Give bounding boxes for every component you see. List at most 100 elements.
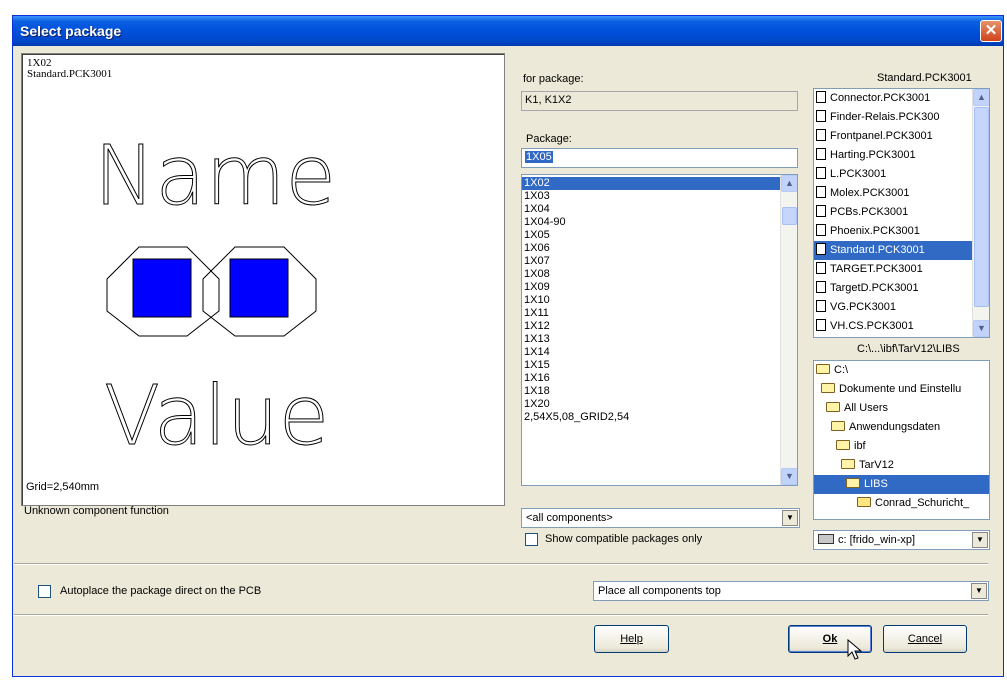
package-list-item[interactable]: 1X05 <box>522 229 797 242</box>
library-list-item[interactable]: TARGET.PCK3001 <box>814 260 989 279</box>
component-function-label: Unknown component function <box>24 505 169 517</box>
library-list[interactable]: Connector.PCK3001 Finder-Relais.PCK300 Fro… <box>813 88 990 338</box>
chevron-down-icon[interactable]: ▼ <box>972 532 988 548</box>
chevron-down-icon[interactable]: ▼ <box>971 583 987 599</box>
package-list-item[interactable]: 2,54X5,08_GRID2,54 <box>522 411 797 424</box>
pad-1 <box>132 258 192 318</box>
title-bar[interactable]: Select package ✕ <box>13 16 1003 46</box>
for-package-field: K1, K1X2 <box>521 91 798 111</box>
package-list-item[interactable]: 1X04 <box>522 203 797 216</box>
open-folder-icon <box>831 421 845 431</box>
package-list-scrollbar[interactable]: ▲ ▼ <box>780 175 797 485</box>
folder-path-label: C:\...\ibf\TarV12\LIBS <box>857 343 960 355</box>
package-list-item[interactable]: 1X08 <box>522 268 797 281</box>
autoplace-label: Autoplace the package direct on the PCB <box>60 585 262 597</box>
package-list-item[interactable]: 1X11 <box>522 307 797 320</box>
component-filter-select[interactable]: <all components> ▼ <box>521 508 800 528</box>
footprint-drawing: Name Value <box>94 129 337 465</box>
compatible-only-checkbox[interactable] <box>525 533 538 546</box>
file-icon <box>816 205 826 217</box>
close-button[interactable]: ✕ <box>980 20 1002 42</box>
placement-select[interactable]: Place all components top ▼ <box>593 581 989 601</box>
package-list-item[interactable]: 1X06 <box>522 242 797 255</box>
folder-tree-items: C:\ Dokumente und Einstellu All Users Anwen… <box>814 361 989 513</box>
folder-tree[interactable]: C:\ Dokumente und Einstellu All Users Anwen… <box>813 360 990 520</box>
open-folder-icon <box>836 440 850 450</box>
folder-tree-item[interactable]: ibf <box>814 437 989 456</box>
drive-select[interactable]: c: [frido_win-xp] ▼ <box>813 530 990 550</box>
folder-tree-item[interactable]: C:\ <box>814 361 989 380</box>
file-icon <box>816 224 826 236</box>
help-button[interactable]: Help <box>594 625 669 653</box>
file-icon <box>816 186 826 198</box>
package-input[interactable]: 1X05 <box>521 148 798 168</box>
folder-tree-item[interactable]: All Users <box>814 399 989 418</box>
package-list-item[interactable]: 1X20 <box>522 398 797 411</box>
folder-tree-item[interactable]: Dokumente und Einstellu <box>814 380 989 399</box>
for-package-label: for package: <box>523 73 584 85</box>
open-folder-icon <box>846 478 860 488</box>
autoplace-checkbox[interactable] <box>38 585 51 598</box>
file-icon <box>816 167 826 179</box>
package-list-item[interactable]: 1X14 <box>522 346 797 359</box>
library-list-item[interactable]: VH.CS.PCK3001 <box>814 317 989 336</box>
file-icon <box>816 110 826 122</box>
folder-icon <box>857 497 871 507</box>
open-folder-icon <box>826 402 840 412</box>
scroll-down-button[interactable]: ▼ <box>781 468 797 485</box>
file-icon <box>816 148 826 160</box>
chevron-down-icon[interactable]: ▼ <box>782 510 798 526</box>
current-library-label: Standard.PCK3001 <box>877 72 972 84</box>
library-list-item[interactable]: Harting.PCK3001 <box>814 146 989 165</box>
compatible-only-label: Show compatible packages only <box>545 533 703 545</box>
package-list-item[interactable]: 1X10 <box>522 294 797 307</box>
library-list-item[interactable]: PCBs.PCK3001 <box>814 203 989 222</box>
library-list-item[interactable]: Finder-Relais.PCK300 <box>814 108 989 127</box>
value-placeholder-text: Value <box>104 369 329 464</box>
package-list-item[interactable]: 1X15 <box>522 359 797 372</box>
open-folder-icon <box>841 459 855 469</box>
package-list-item[interactable]: 1X12 <box>522 320 797 333</box>
folder-tree-item[interactable]: LIBS <box>814 475 989 494</box>
mouse-cursor-icon <box>847 638 863 660</box>
drive-value: c: [frido_win-xp] <box>838 534 916 546</box>
library-list-item[interactable]: Connector.PCK3001 <box>814 89 989 108</box>
package-preview: 1X02 Standard.PCK3001 Name Value Grid=2,… <box>21 53 505 506</box>
library-list-item[interactable]: TargetD.PCK3001 <box>814 279 989 298</box>
package-list-item[interactable]: 1X13 <box>522 333 797 346</box>
folder-tree-item[interactable]: TarV12 <box>814 456 989 475</box>
library-list-items: Connector.PCK3001 Finder-Relais.PCK300 Fro… <box>814 89 989 336</box>
library-list-item[interactable]: L.PCK3001 <box>814 165 989 184</box>
package-list[interactable]: 1X02 1X03 1X04 1X04-90 1X05 1X06 1X07 1X08 1X09 1… <box>521 174 798 486</box>
package-list-item[interactable]: 1X03 <box>522 190 797 203</box>
dialog-title: Select package <box>20 23 122 39</box>
scroll-up-button[interactable]: ▲ <box>973 89 989 106</box>
scroll-down-button[interactable]: ▼ <box>973 320 989 337</box>
file-icon <box>816 319 826 331</box>
library-list-item[interactable]: Standard.PCK3001 <box>814 241 989 260</box>
scroll-thumb[interactable] <box>782 207 797 225</box>
package-list-item[interactable]: 1X02 <box>522 177 797 190</box>
open-folder-icon <box>821 383 835 393</box>
library-list-item[interactable]: Phoenix.PCK3001 <box>814 222 989 241</box>
scroll-thumb[interactable] <box>974 107 989 307</box>
name-placeholder-text: Name <box>94 129 336 224</box>
folder-tree-item[interactable]: Anwendungsdaten <box>814 418 989 437</box>
package-list-item[interactable]: 1X18 <box>522 385 797 398</box>
package-list-item[interactable]: 1X16 <box>522 372 797 385</box>
library-list-item[interactable]: Frontpanel.PCK3001 <box>814 127 989 146</box>
package-list-item[interactable]: 1X04-90 <box>522 216 797 229</box>
package-list-item[interactable]: 1X07 <box>522 255 797 268</box>
library-list-scrollbar[interactable]: ▲ ▼ <box>972 89 989 337</box>
file-icon <box>816 281 826 293</box>
placement-value: Place all components top <box>598 585 721 597</box>
folder-tree-item[interactable]: Conrad_Schuricht_ <box>814 494 989 513</box>
library-list-item[interactable]: Molex.PCK3001 <box>814 184 989 203</box>
open-folder-icon <box>816 364 830 374</box>
package-input-value: 1X05 <box>525 151 553 163</box>
separator <box>14 563 988 565</box>
package-list-item[interactable]: 1X09 <box>522 281 797 294</box>
cancel-button[interactable]: Cancel <box>883 625 967 653</box>
library-list-item[interactable]: VG.PCK3001 <box>814 298 989 317</box>
scroll-up-button[interactable]: ▲ <box>781 175 797 192</box>
